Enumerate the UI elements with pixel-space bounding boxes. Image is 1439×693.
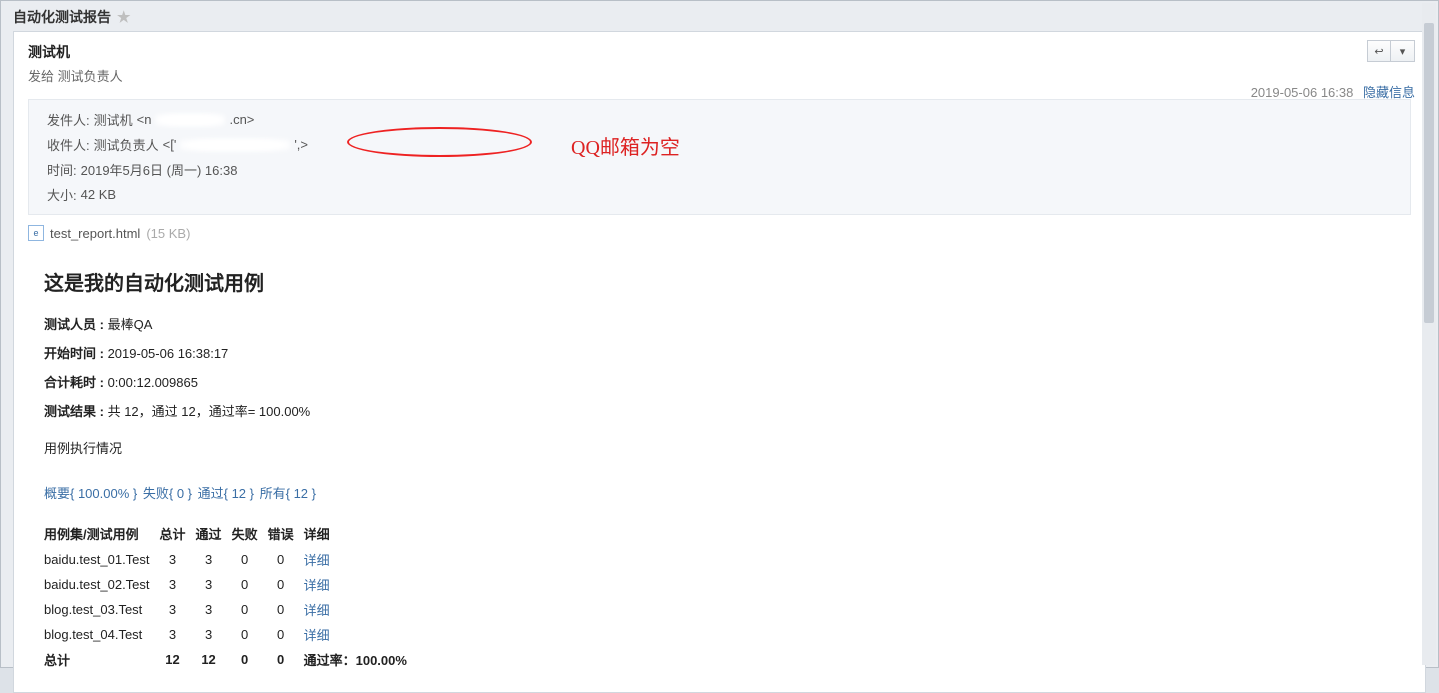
table-row: baidu.test_02.Test 3 3 0 0 详细 xyxy=(44,572,417,597)
email-panel: 测试机 发给 测试负责人 ↩ ▾ 2019-05-06 16:38 隐藏信息 发… xyxy=(13,31,1426,693)
scrollbar-vertical[interactable] xyxy=(1422,3,1436,665)
window-title-bar: 自动化测试报告 ★ xyxy=(1,1,1438,31)
detail-link[interactable]: 详细 xyxy=(304,578,330,593)
email-datetime: 2019-05-06 16:38 xyxy=(1251,85,1354,100)
table-row: baidu.test_01.Test 3 3 0 0 详细 xyxy=(44,547,417,572)
table-header-row: 用例集/测试用例 总计 通过 失败 错误 详细 xyxy=(44,520,417,547)
passrate-cell: 通过率：100.00% xyxy=(304,647,417,672)
annotation-text: QQ邮箱为空 xyxy=(571,131,680,160)
th-pass: 通过 xyxy=(196,520,232,547)
exec-title: 用例执行情况 xyxy=(44,438,1395,457)
hide-info-link[interactable]: 隐藏信息 xyxy=(1363,85,1415,100)
meta-result: 测试结果 : 共 12，通过 12，通过率= 100.00% xyxy=(44,401,1395,420)
email-subject: 测试机 xyxy=(28,42,1411,62)
results-table: 用例集/测试用例 总计 通过 失败 错误 详细 baidu.test_01.Te… xyxy=(44,520,417,672)
file-icon: e xyxy=(28,225,44,241)
th-suite: 用例集/测试用例 xyxy=(44,520,160,547)
dropdown-button[interactable]: ▾ xyxy=(1391,40,1415,62)
attachment-row[interactable]: e test_report.html (15 KB) xyxy=(28,225,1411,241)
info-from-row: 发件人: 测试机<n.cn> xyxy=(47,110,1392,129)
detail-link[interactable]: 详细 xyxy=(304,603,330,618)
th-error: 错误 xyxy=(268,520,304,547)
star-icon[interactable]: ★ xyxy=(117,8,130,26)
link-pass[interactable]: 通过{ 12 } xyxy=(198,486,254,501)
detail-link[interactable]: 详细 xyxy=(304,628,330,643)
nav-button-group: ↩ ▾ xyxy=(1367,40,1415,62)
meta-elapsed: 合计耗时 : 0:00:12.009865 xyxy=(44,372,1395,391)
th-fail: 失败 xyxy=(232,520,268,547)
th-total: 总计 xyxy=(160,520,196,547)
summary-links: 概要{ 100.00% } 失败{ 0 } 通过{ 12 } 所有{ 12 } xyxy=(44,483,1395,502)
reply-button[interactable]: ↩ xyxy=(1367,40,1391,62)
th-detail: 详细 xyxy=(304,520,417,547)
attachment-size: (15 KB) xyxy=(146,226,190,241)
scrollbar-thumb[interactable] xyxy=(1424,23,1434,323)
annotation-ellipse xyxy=(347,127,532,157)
table-row: blog.test_03.Test 3 3 0 0 详细 xyxy=(44,597,417,622)
email-info-box: 发件人: 测试机<n.cn> 收件人: 测试负责人<['',> QQ邮箱为空 时… xyxy=(28,99,1411,215)
table-row: blog.test_04.Test 3 3 0 0 详细 xyxy=(44,622,417,647)
info-to-row: 收件人: 测试负责人<['',> QQ邮箱为空 xyxy=(47,135,1392,154)
email-body: 这是我的自动化测试用例 测试人员 : 最棒QA 开始时间 : 2019-05-0… xyxy=(14,241,1425,692)
header-right-info: 2019-05-06 16:38 隐藏信息 xyxy=(1251,82,1415,101)
meta-start: 开始时间 : 2019-05-06 16:38:17 xyxy=(44,343,1395,362)
link-overview[interactable]: 概要{ 100.00% } xyxy=(44,486,137,501)
link-fail[interactable]: 失败{ 0 } xyxy=(143,486,192,501)
redacted-from-email xyxy=(155,113,225,127)
link-all[interactable]: 所有{ 12 } xyxy=(260,486,316,501)
table-total-row: 总计 12 12 0 0 通过率：100.00% xyxy=(44,647,417,672)
email-header: 测试机 发给 测试负责人 ↩ ▾ 2019-05-06 16:38 隐藏信息 xyxy=(14,32,1425,89)
window-title: 自动化测试报告 xyxy=(13,7,111,27)
attachment-name: test_report.html xyxy=(50,226,140,241)
email-to-summary: 发给 测试负责人 xyxy=(28,66,1411,85)
info-size-row: 大小: 42 KB xyxy=(47,185,1392,204)
report-heading: 这是我的自动化测试用例 xyxy=(44,267,1395,296)
meta-tester: 测试人员 : 最棒QA xyxy=(44,314,1395,333)
detail-link[interactable]: 详细 xyxy=(304,553,330,568)
redacted-to-email xyxy=(180,138,290,152)
info-time-row: 时间: 2019年5月6日 (周一) 16:38 xyxy=(47,160,1392,179)
